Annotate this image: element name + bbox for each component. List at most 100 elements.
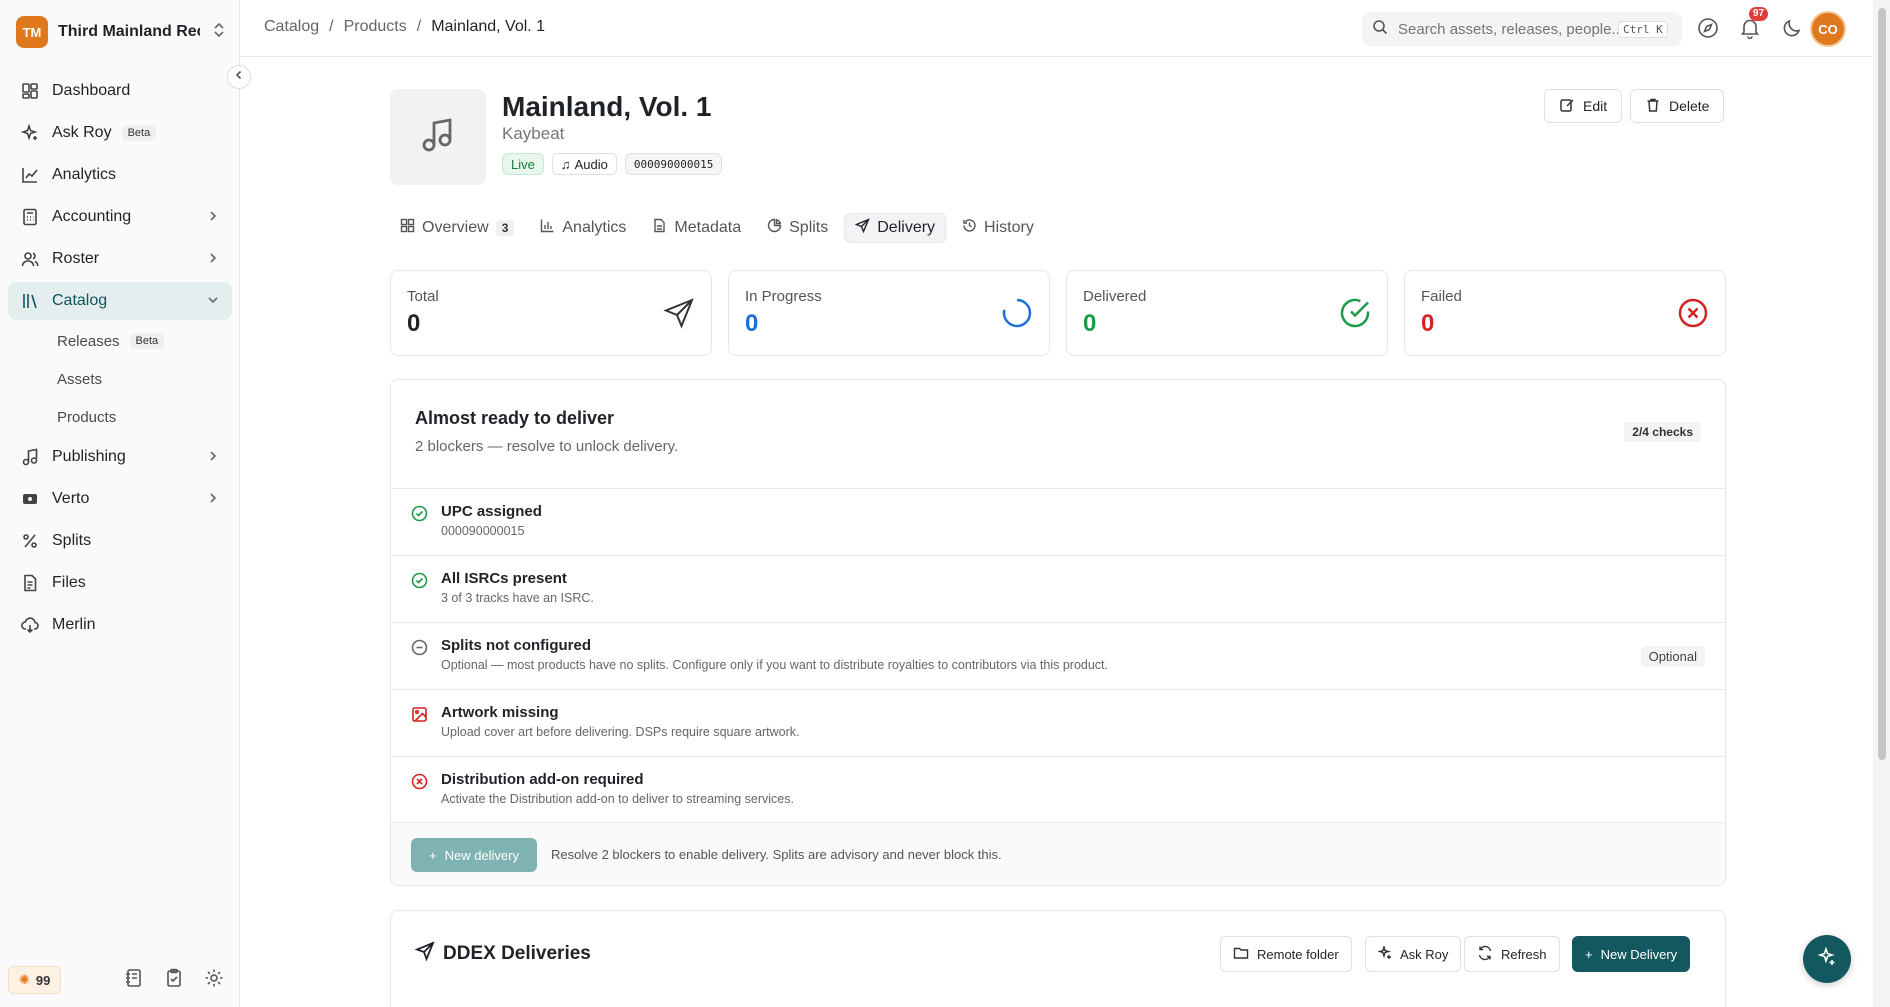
optional-badge: Optional [1640,646,1705,667]
edit-button[interactable]: Edit [1544,89,1623,123]
collapse-sidebar-button[interactable] [227,65,251,89]
notebook-icon[interactable] [124,968,144,993]
upc-badge: 000090000015 [624,153,723,175]
edit-label: Edit [1583,98,1608,114]
ask-roy-label: Ask Roy [1400,946,1449,962]
stat-total: Total 0 [390,270,712,356]
points-badge[interactable]: ✺ 99 [8,966,62,994]
check-title: All ISRCs present [441,570,567,587]
delete-button[interactable]: Delete [1630,89,1725,123]
sidebar: TM Third Mainland Rec... Dashboard Ask R… [0,0,240,1007]
remote-folder-button[interactable]: Remote folder [1220,936,1352,972]
new-delivery-button-disabled[interactable]: + New delivery [411,838,537,872]
tab-metadata[interactable]: Metadata [642,213,751,243]
type-badge: ♫ Audio [551,153,617,175]
search-input[interactable] [1398,20,1618,38]
checks-badge: 2/4 checks [1624,422,1701,442]
gear-icon[interactable] [204,968,224,993]
x-circle-icon [1677,297,1709,334]
chevron-left-icon [233,68,245,86]
sidebar-subitem-assets[interactable]: Assets [8,362,232,396]
tab-history[interactable]: History [952,213,1044,243]
tab-analytics[interactable]: Analytics [530,213,636,243]
breadcrumb-products[interactable]: Products [344,18,407,36]
sidebar-item-label: Merlin [52,616,96,633]
sidebar-item-merlin[interactable]: Merlin [8,606,232,644]
product-artist[interactable]: Kaybeat [502,124,564,144]
readiness-title: Almost ready to deliver [415,408,615,428]
image-icon [411,706,428,728]
folder-icon [1233,945,1249,964]
sidebar-item-publishing[interactable]: Publishing [8,438,232,476]
breadcrumb-catalog[interactable]: Catalog [264,18,319,36]
tab-count: 3 [495,220,515,236]
delivery-readiness: Almost ready to deliver 2 blockers — res… [390,379,1726,886]
ai-assistant-button[interactable] [1803,935,1851,983]
scrollbar-thumb[interactable] [1878,8,1886,760]
search-shortcut: Ctrl K [1618,20,1668,38]
tab-overview[interactable]: Overview 3 [390,213,524,243]
search-bar[interactable]: Ctrl K [1362,12,1682,46]
pie-chart-icon [767,218,782,238]
bar-chart-icon [540,218,555,238]
sidebar-item-accounting[interactable]: Accounting [8,198,232,236]
sidebar-item-splits[interactable]: Splits [8,522,232,560]
product-tabs: Overview 3 Analytics Metadata Splits Del… [390,212,1050,244]
check-title: Artwork missing [441,704,559,721]
check-desc: Upload cover art before delivering. DSPs… [441,725,800,739]
plus-icon: + [1585,946,1593,962]
sidebar-item-verto[interactable]: Verto [8,480,232,518]
sidebar-item-roster[interactable]: Roster [8,240,232,278]
sidebar-item-label: Analytics [52,166,117,183]
user-avatar[interactable]: CO [1810,11,1846,47]
tab-splits[interactable]: Splits [757,213,838,243]
minus-circle-icon [411,639,428,661]
chevron-up-down-icon [212,22,226,43]
sidebar-item-dashboard[interactable]: Dashboard [8,72,232,110]
stat-in-progress: In Progress 0 [728,270,1050,356]
history-icon [962,218,977,238]
sidebar-item-analytics[interactable]: Analytics [8,156,232,194]
compass-icon[interactable] [1697,17,1719,44]
sidebar-nav: Dashboard Ask Roy Beta Analytics Account… [8,72,232,648]
topbar: Catalog / Products / Mainland, Vol. 1 Ct… [240,0,1873,57]
sidebar-item-catalog[interactable]: Catalog [8,282,232,320]
refresh-button[interactable]: Refresh [1464,936,1560,972]
send-icon [663,297,695,334]
sidebar-subitem-releases[interactable]: Releases Beta [8,324,232,358]
sidebar-subitem-products[interactable]: Products [8,400,232,434]
ask-roy-button[interactable]: Ask Roy [1365,936,1462,972]
org-switcher[interactable]: TM Third Mainland Rec... [16,16,226,48]
sidebar-item-label: Dashboard [52,82,131,99]
chevron-right-icon [206,209,220,228]
check-desc: Activate the Distribution add-on to deli… [441,792,794,806]
sidebar-item-label: Roster [52,250,100,267]
bell-icon[interactable] [1739,17,1761,44]
sidebar-item-label: Splits [52,532,92,549]
sidebar-item-label: Products [57,408,117,426]
check-distribution: Distribution add-on required Activate th… [391,756,1725,823]
moon-icon[interactable] [1781,17,1803,44]
stat-label: Delivered [1083,288,1147,305]
delete-label: Delete [1669,98,1710,114]
sidebar-item-files[interactable]: Files [8,564,232,602]
stat-value: 0 [1421,310,1435,337]
remote-folder-label: Remote folder [1257,946,1339,962]
tab-label: Metadata [674,219,742,236]
stat-value: 0 [407,310,421,337]
sidebar-item-label: Assets [57,370,103,388]
new-delivery-button[interactable]: + New Delivery [1572,936,1691,972]
search-icon [1372,19,1388,40]
stat-value: 0 [1083,310,1097,337]
clipboard-check-icon[interactable] [164,968,184,993]
points-value: 99 [35,972,51,988]
check-circle-icon [411,505,428,527]
tab-delivery[interactable]: Delivery [844,213,947,243]
breadcrumb-separator: / [416,18,422,35]
sidebar-item-ask-roy[interactable]: Ask Roy Beta [8,114,232,152]
sparkle-icon [20,123,40,143]
users-icon [20,249,40,269]
tab-label: Splits [789,219,829,236]
new-delivery-label: New delivery [444,847,519,863]
check-isrc: All ISRCs present 3 of 3 tracks have an … [391,555,1725,622]
